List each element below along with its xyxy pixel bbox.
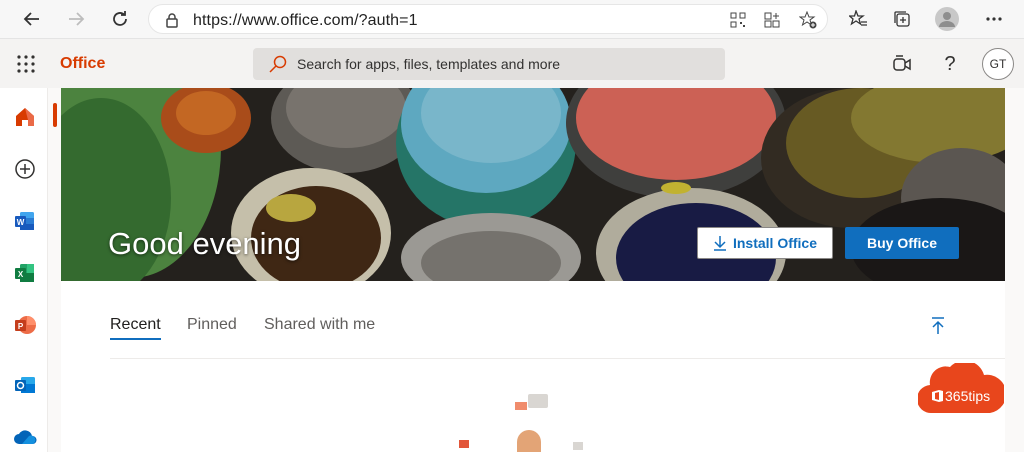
watermark-text: 365tips (945, 388, 991, 404)
search-placeholder: Search for apps, files, templates and mo… (297, 56, 561, 72)
office-header: Office Search for apps, files, templates… (0, 38, 1024, 88)
onedrive-icon[interactable] (10, 422, 40, 452)
forward-icon[interactable] (64, 7, 88, 31)
rail-active-indicator (53, 103, 57, 127)
install-office-button[interactable]: Install Office (697, 227, 833, 259)
address-bar[interactable]: https://www.office.com/?auth=1 (148, 4, 828, 34)
svg-text:X: X (18, 270, 24, 279)
home-icon[interactable] (10, 102, 40, 132)
help-icon[interactable]: ? (937, 51, 963, 77)
url-text[interactable]: https://www.office.com/?auth=1 (193, 12, 418, 30)
create-icon[interactable] (10, 154, 40, 184)
365tips-watermark: 365tips (918, 363, 1004, 415)
avatar[interactable]: GT (982, 48, 1014, 80)
outlook-icon[interactable] (10, 370, 40, 400)
meet-now-icon[interactable] (889, 51, 915, 77)
favorites-icon[interactable] (846, 7, 870, 31)
word-icon[interactable]: W (10, 206, 40, 236)
more-options-icon[interactable] (982, 7, 1006, 31)
office-brand-link[interactable]: Office (60, 55, 105, 73)
active-tab-indicator (110, 338, 161, 340)
install-office-label: Install Office (732, 235, 818, 251)
search-icon (269, 55, 287, 73)
office-logo-icon (932, 390, 943, 402)
browser-toolbar: https://www.office.com/?auth=1 (0, 0, 1024, 38)
tab-recent[interactable]: Recent (110, 316, 161, 334)
upload-icon[interactable] (929, 316, 947, 336)
excel-icon[interactable]: X (10, 258, 40, 288)
collections-icon[interactable] (890, 7, 914, 31)
svg-text:W: W (17, 218, 25, 227)
empty-state-illustration (455, 392, 595, 452)
qr-code-icon[interactable] (729, 11, 747, 29)
tab-pinned[interactable]: Pinned (187, 316, 237, 334)
powerpoint-icon[interactable]: P (10, 310, 40, 340)
greeting-text: Good evening (108, 226, 302, 261)
profile-icon[interactable] (935, 7, 959, 31)
tab-shared-with-me[interactable]: Shared with me (264, 316, 375, 334)
search-input[interactable]: Search for apps, files, templates and mo… (253, 48, 725, 80)
lock-icon[interactable] (163, 11, 181, 29)
svg-text:P: P (18, 322, 24, 331)
app-rail: W X P (0, 88, 48, 452)
buy-office-button[interactable]: Buy Office (845, 227, 959, 259)
apps-add-icon[interactable] (763, 11, 781, 29)
app-launcher-icon[interactable] (16, 54, 36, 74)
add-favorite-icon[interactable] (799, 11, 817, 29)
tabs-divider (110, 358, 1005, 359)
hero-banner: Good evening Install Office Buy Office (61, 88, 1005, 281)
refresh-icon[interactable] (108, 7, 132, 31)
back-icon[interactable] (20, 7, 44, 31)
download-icon (713, 236, 726, 251)
